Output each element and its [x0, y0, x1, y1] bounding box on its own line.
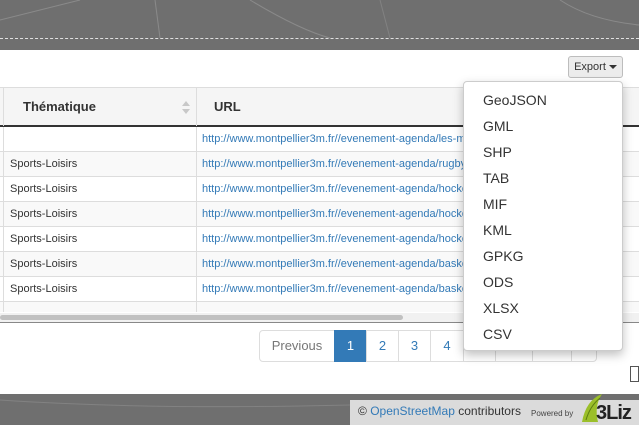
column-divider — [3, 177, 4, 202]
3liz-logo-text: 3Liz — [596, 402, 632, 424]
copyright-symbol: © — [358, 404, 367, 418]
pagination-page-4[interactable]: 4 — [430, 330, 464, 362]
column-header-thematique[interactable]: Thématique — [23, 88, 96, 126]
powered-by-text: Powered by — [531, 409, 574, 418]
column-divider — [3, 202, 4, 227]
column-divider — [3, 152, 4, 177]
column-divider — [3, 302, 4, 312]
sort-icon[interactable] — [182, 101, 190, 115]
scrollbar-thumb[interactable] — [0, 315, 403, 320]
export-option-shp[interactable]: SHP — [464, 139, 622, 165]
column-divider — [196, 88, 197, 126]
column-divider — [196, 227, 197, 252]
column-divider — [196, 252, 197, 277]
cell-thematique — [10, 127, 190, 151]
pagination-page-1[interactable]: 1 — [334, 330, 367, 362]
export-option-ods[interactable]: ODS — [464, 269, 622, 295]
column-divider — [3, 252, 4, 277]
column-divider — [196, 127, 197, 152]
cell-thematique: Sports-Loisirs — [10, 258, 78, 270]
export-button-label: Export — [574, 61, 606, 73]
caret-down-icon — [608, 65, 617, 69]
export-button[interactable]: Export — [568, 56, 623, 78]
contributors-text: contributors — [458, 404, 521, 418]
export-option-mif[interactable]: MIF — [464, 191, 622, 217]
column-divider — [196, 302, 197, 312]
column-header-url[interactable]: URL — [214, 88, 241, 126]
column-divider — [196, 152, 197, 177]
export-option-kml[interactable]: KML — [464, 217, 622, 243]
export-option-xlsx[interactable]: XLSX — [464, 295, 622, 321]
cell-url-link[interactable]: http://www.montpellier3m.fr//evenement-a… — [202, 202, 464, 226]
cell-url-link[interactable]: http://www.montpellier3m.fr//evenement-a… — [202, 152, 464, 176]
pagination-previous[interactable]: Previous — [259, 330, 335, 362]
column-divider — [196, 177, 197, 202]
cell-url-link[interactable]: http://www.montpellier3m.fr//evenement-a… — [202, 227, 464, 251]
cell-url-link[interactable]: http://www.montpellier3m.fr//evenement-a… — [202, 127, 464, 151]
column-divider — [196, 202, 197, 227]
export-option-csv[interactable]: CSV — [464, 321, 622, 347]
column-divider — [3, 127, 4, 152]
column-divider — [196, 277, 197, 302]
cell-thematique: Sports-Loisirs — [10, 233, 78, 245]
column-divider — [3, 88, 4, 126]
export-dropdown-menu: GeoJSON GML SHP TAB MIF KML GPKG ODS XLS… — [463, 81, 623, 351]
cell-url-link[interactable]: http://www.montpellier3m.fr//evenement-a… — [202, 177, 464, 201]
column-divider — [3, 277, 4, 302]
export-option-geojson[interactable]: GeoJSON — [464, 87, 622, 113]
pagination-page-3[interactable]: 3 — [398, 330, 431, 362]
side-scroll-handle[interactable] — [630, 366, 639, 382]
cell-thematique: Sports-Loisirs — [10, 183, 78, 195]
cell-url-link[interactable]: http://www.montpellier3m.fr//evenement-a… — [202, 277, 464, 301]
column-divider — [3, 227, 4, 252]
export-option-gml[interactable]: GML — [464, 113, 622, 139]
pagination-page-2[interactable]: 2 — [366, 330, 399, 362]
export-option-tab[interactable]: TAB — [464, 165, 622, 191]
selection-dashed-line — [0, 38, 639, 39]
export-option-gpkg[interactable]: GPKG — [464, 243, 622, 269]
cell-thematique: Sports-Loisirs — [10, 158, 78, 170]
cell-thematique: Sports-Loisirs — [10, 208, 78, 220]
cell-thematique: Sports-Loisirs — [10, 283, 78, 295]
cell-url-link[interactable]: http://www.montpellier3m.fr//evenement-a… — [202, 252, 464, 276]
openstreetmap-link[interactable]: OpenStreetMap — [370, 404, 455, 418]
